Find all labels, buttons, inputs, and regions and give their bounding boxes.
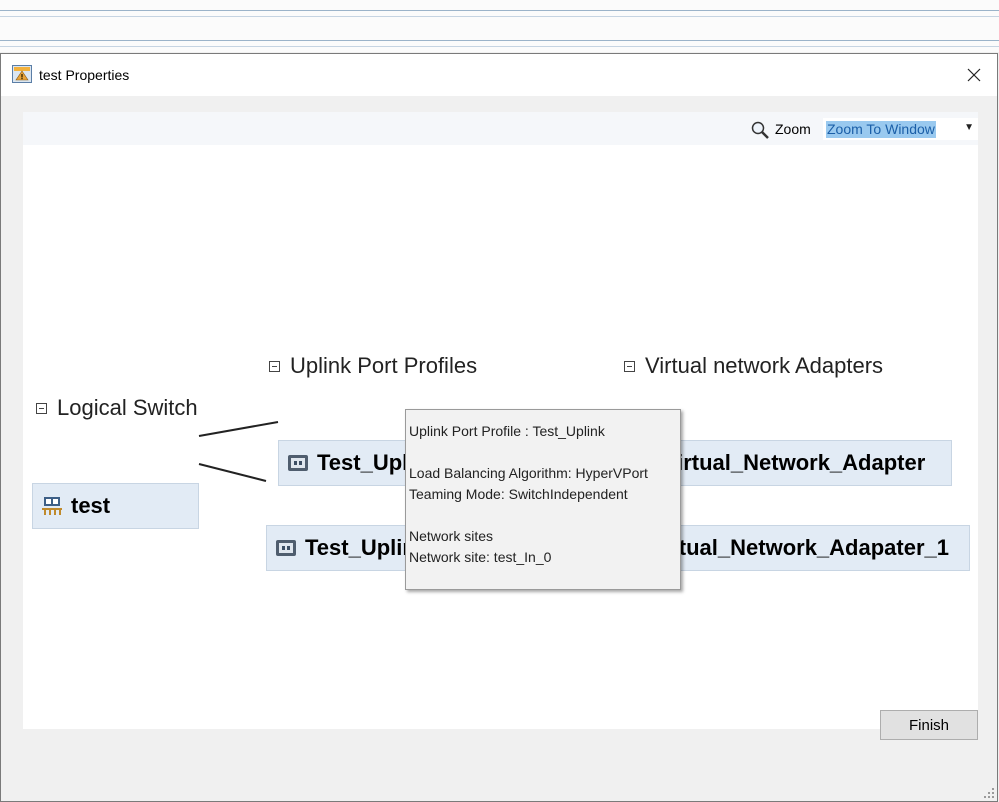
port-profile-icon bbox=[276, 540, 296, 556]
background-divider bbox=[0, 40, 999, 41]
group-label-virtual-network-adapters: Virtual network Adapters bbox=[624, 353, 883, 379]
close-icon bbox=[967, 68, 981, 82]
tooltip-line: Uplink Port Profile : Test_Uplink bbox=[409, 423, 605, 439]
tooltip-line: Network site: test_In_0 bbox=[409, 549, 552, 565]
switch-icon bbox=[42, 497, 62, 515]
node-logical-switch[interactable]: test bbox=[32, 483, 199, 529]
collapse-icon[interactable] bbox=[36, 402, 47, 414]
group-label-logical-switch: Logical Switch bbox=[36, 395, 198, 421]
finish-button[interactable]: Finish bbox=[880, 710, 978, 740]
uplink-tooltip: Uplink Port Profile : Test_Uplink Load B… bbox=[405, 409, 681, 590]
background-app bbox=[0, 0, 999, 52]
tooltip-line: Network sites bbox=[409, 528, 494, 544]
node-label: test bbox=[71, 493, 111, 518]
magnifier-icon bbox=[750, 120, 770, 140]
port-profile-icon bbox=[288, 455, 308, 471]
close-button[interactable] bbox=[951, 54, 997, 96]
window-title: test Properties bbox=[39, 67, 130, 83]
zoom-toolbar: Zoom Zoom To Window ▼ bbox=[23, 112, 978, 145]
zoom-dropdown[interactable]: Zoom To Window ▼ bbox=[823, 118, 978, 140]
zoom-selected-value: Zoom To Window bbox=[826, 121, 936, 138]
chevron-down-icon[interactable]: ▼ bbox=[964, 122, 974, 133]
zoom-label: Zoom bbox=[775, 121, 811, 137]
resize-grip-icon[interactable] bbox=[983, 787, 995, 799]
background-divider bbox=[0, 16, 999, 17]
group-label-uplink-port-profiles: Uplink Port Profiles bbox=[269, 353, 477, 379]
collapse-icon[interactable] bbox=[269, 360, 280, 372]
collapse-icon[interactable] bbox=[624, 360, 635, 372]
tooltip-line: Load Balancing Algorithm: HyperVPort bbox=[409, 465, 648, 481]
background-divider bbox=[0, 46, 999, 47]
app-icon bbox=[12, 65, 32, 83]
tooltip-line: Teaming Mode: SwitchIndependent bbox=[409, 486, 628, 502]
title-bar: test Properties bbox=[1, 54, 997, 96]
background-divider bbox=[0, 10, 999, 11]
